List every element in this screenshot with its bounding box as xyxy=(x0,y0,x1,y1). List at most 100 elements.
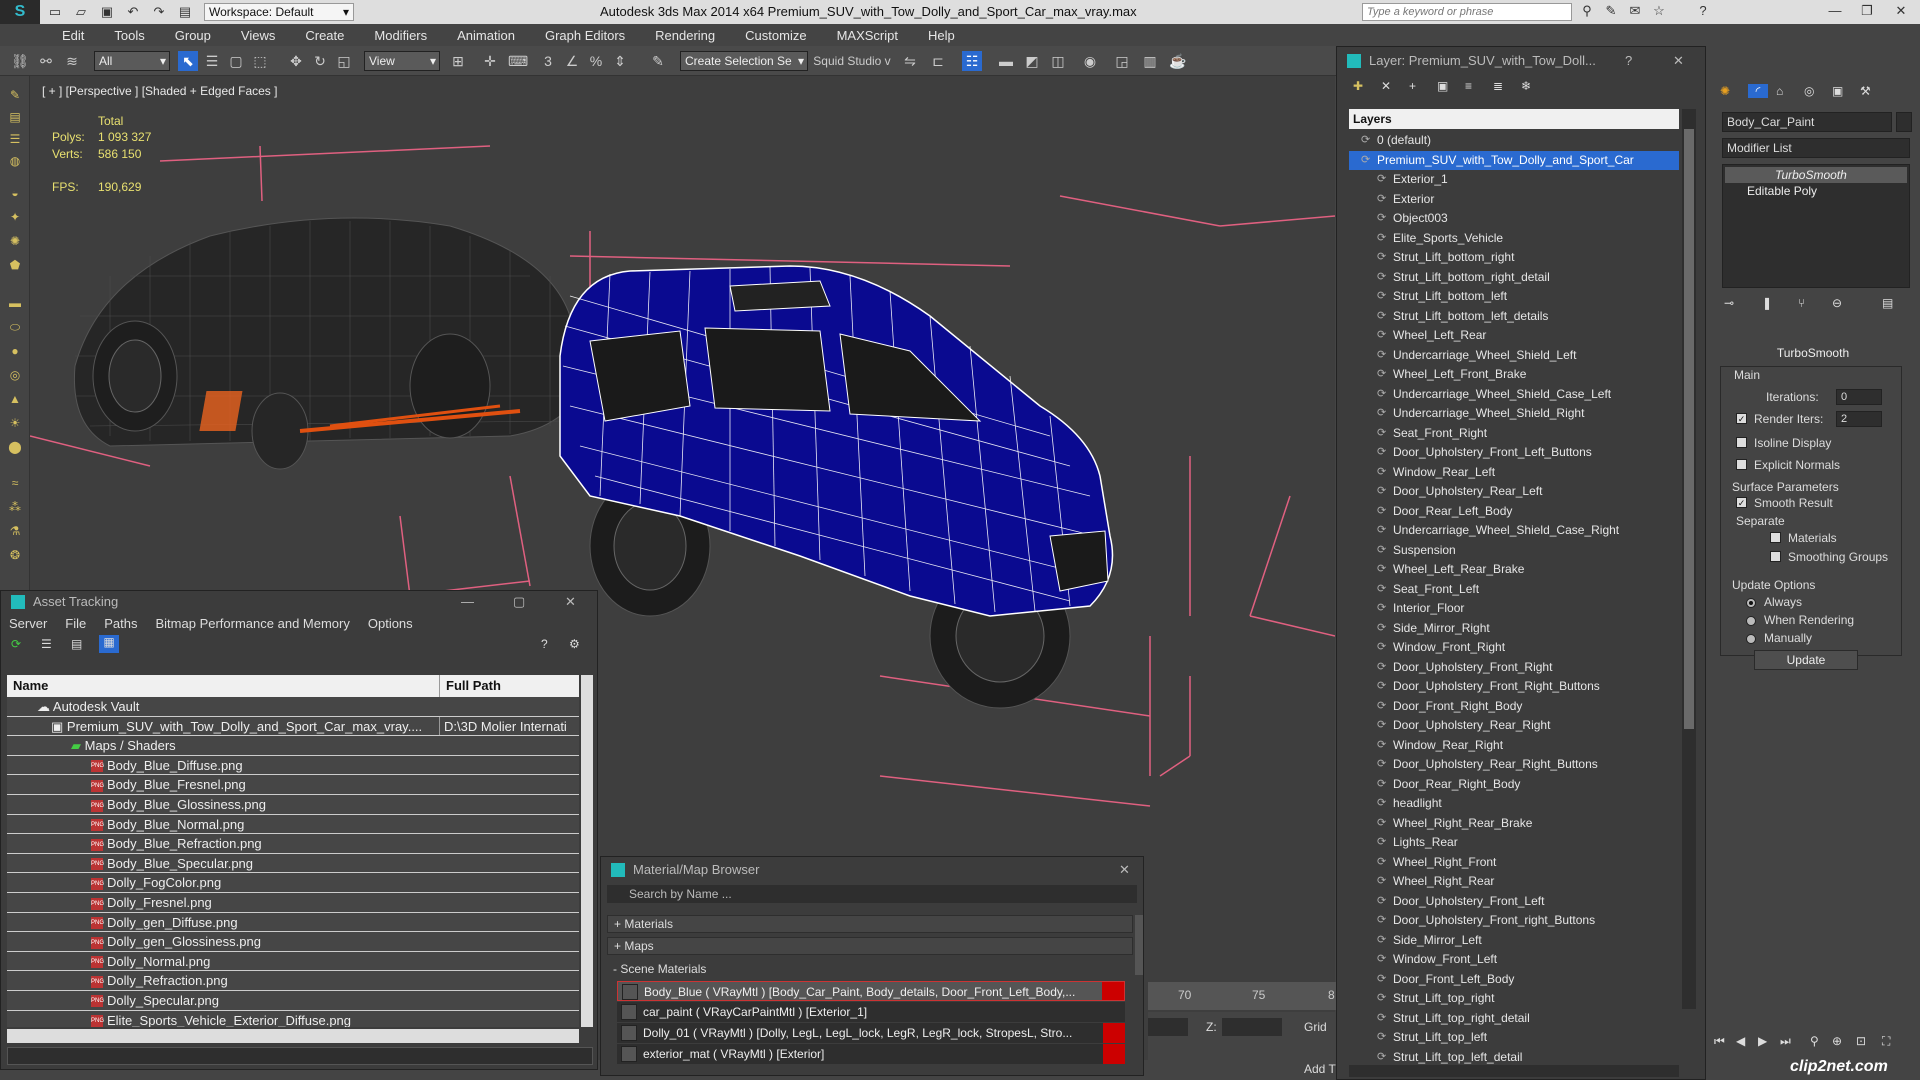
layer-default[interactable]: 0 (default) xyxy=(1349,131,1679,151)
layers-column-header[interactable]: Layers xyxy=(1349,109,1679,129)
layer-object-item[interactable]: Strut_Lift_bottom_left xyxy=(1349,287,1679,307)
layer-object-item[interactable]: Undercarriage_Wheel_Shield_Case_Right xyxy=(1349,521,1679,541)
shapes-icon[interactable]: ✦ xyxy=(7,210,23,226)
isoline-checkbox[interactable] xyxy=(1736,437,1747,448)
asset-help-icon[interactable]: ? xyxy=(541,637,548,651)
table-row[interactable]: PNG Body_Blue_Refraction.png xyxy=(7,834,579,854)
layer-object-item[interactable]: Wheel_Right_Rear_Brake xyxy=(1349,814,1679,834)
menu-maxscript[interactable]: MAXScript xyxy=(837,28,898,43)
layer-object-item[interactable]: Wheel_Right_Front xyxy=(1349,853,1679,873)
explicit-normals-checkbox[interactable] xyxy=(1736,459,1747,470)
menu-help[interactable]: Help xyxy=(928,28,955,43)
hide-layers-icon[interactable]: ≣ xyxy=(1493,79,1503,93)
curve-editor-icon[interactable]: ◩ xyxy=(1022,51,1042,71)
hierarchy-icon[interactable]: ☰ xyxy=(7,132,23,148)
table-row[interactable]: PNG Body_Blue_Diffuse.png xyxy=(7,755,579,776)
create-tab-icon[interactable]: ✺ xyxy=(1720,84,1730,98)
layer-horizontal-scrollbar[interactable] xyxy=(1349,1065,1679,1077)
table-row[interactable]: PNG Dolly_Specular.png xyxy=(7,990,579,1011)
menu-group[interactable]: Group xyxy=(175,28,211,43)
subscription-icon[interactable]: ✎ xyxy=(1602,3,1620,21)
delete-layer-icon[interactable]: ✕ xyxy=(1381,79,1391,93)
keyword-search-input[interactable]: Type a keyword or phrase xyxy=(1362,3,1572,21)
col-path-header[interactable]: Full Path xyxy=(439,675,501,697)
layer-scrollbar[interactable] xyxy=(1682,109,1696,1009)
redo-icon[interactable]: ↷ xyxy=(148,3,170,21)
table-row[interactable]: PNG Dolly_Normal.png xyxy=(7,951,579,972)
modify-tab-icon[interactable]: ◜ xyxy=(1748,84,1768,98)
sun-icon[interactable]: ☀ xyxy=(7,416,23,432)
detail-view-icon[interactable]: ▤ xyxy=(71,637,82,651)
viewport-label[interactable]: [ + ] [Perspective ] [Shaded + Edged Fac… xyxy=(42,84,277,98)
iterations-spinner[interactable]: 0 xyxy=(1836,389,1882,405)
pivot-center-icon[interactable]: ⊞ xyxy=(448,51,468,71)
material-item[interactable]: exterior_mat ( VRayMtl ) [Exterior] xyxy=(617,1044,1125,1064)
align-icon[interactable]: ⊏ xyxy=(928,51,948,71)
materials-checkbox[interactable] xyxy=(1770,532,1781,543)
utilities-tab-icon[interactable]: ⚒ xyxy=(1860,84,1871,98)
layer-object-item[interactable]: Wheel_Right_Rear xyxy=(1349,872,1679,892)
bind-space-warp-icon[interactable]: ≋ xyxy=(62,51,82,71)
mirror-icon[interactable]: ⇋ xyxy=(900,51,920,71)
select-by-name-icon[interactable]: ☰ xyxy=(202,51,222,71)
layer-object-item[interactable]: Door_Upholstery_Front_Left xyxy=(1349,892,1679,912)
layer-object-item[interactable]: Wheel_Left_Rear_Brake xyxy=(1349,560,1679,580)
layer-object-item[interactable]: Strut_Lift_top_right_detail xyxy=(1349,1009,1679,1029)
menu-edit[interactable]: Edit xyxy=(62,28,84,43)
layer-object-item[interactable]: Window_Front_Right xyxy=(1349,638,1679,658)
table-row[interactable]: PNG Dolly_Fresnel.png xyxy=(7,892,579,913)
turbosmooth-rollout-title[interactable]: TurboSmooth xyxy=(1720,346,1906,360)
layer-object-item[interactable]: headlight xyxy=(1349,794,1679,814)
layer-object-item[interactable]: Strut_Lift_bottom_right xyxy=(1349,248,1679,268)
lights-icon[interactable]: ✺ xyxy=(7,234,23,250)
reference-coordinate-dropdown[interactable]: View xyxy=(364,51,440,71)
edit-named-selection-icon[interactable]: ✎ xyxy=(648,51,668,71)
squid-studio-dropdown[interactable]: Squid Studio v xyxy=(812,51,892,71)
layer-object-item[interactable]: Wheel_Left_Front_Brake xyxy=(1349,365,1679,385)
table-row[interactable]: PNG Dolly_gen_Glossiness.png xyxy=(7,932,579,952)
open-file-icon[interactable]: ▱ xyxy=(70,3,92,21)
workspace-dropdown[interactable]: Workspace: Default xyxy=(204,3,354,21)
coord-y-field[interactable] xyxy=(1148,1018,1188,1036)
layer-object-item[interactable]: Window_Front_Left xyxy=(1349,950,1679,970)
favorites-star-icon[interactable]: ☆ xyxy=(1650,3,1668,21)
graphite-ribbon-icon[interactable]: ▬ xyxy=(996,51,1016,71)
layer-object-item[interactable]: Lights_Rear xyxy=(1349,833,1679,853)
layer-object-item[interactable]: Door_Rear_Right_Body xyxy=(1349,775,1679,795)
play-icon[interactable]: ▶ xyxy=(1758,1034,1767,1048)
layer-object-item[interactable]: Door_Front_Left_Body xyxy=(1349,970,1679,990)
asset-vertical-scrollbar[interactable] xyxy=(581,675,593,1027)
scale-icon[interactable]: ◱ xyxy=(334,51,354,71)
menu-graph-editors[interactable]: Graph Editors xyxy=(545,28,625,43)
menu-customize[interactable]: Customize xyxy=(745,28,806,43)
layer-object-item[interactable]: Seat_Front_Left xyxy=(1349,580,1679,600)
select-object-icon[interactable]: ⬉ xyxy=(178,51,198,71)
layer-object-item[interactable]: Door_Upholstery_Front_Right_Buttons xyxy=(1349,677,1679,697)
create-icon[interactable]: ✎ xyxy=(7,88,23,104)
layer-panel-titlebar[interactable]: Layer: Premium_SUV_with_Tow_Doll... ? ✕ xyxy=(1337,47,1705,75)
render-production-icon[interactable]: ☕ xyxy=(1168,51,1188,71)
col-name-header[interactable]: Name xyxy=(13,678,48,693)
asset-tracking-titlebar[interactable]: Asset Tracking — ▢ ✕ xyxy=(1,591,597,613)
geometry-icon[interactable]: ◒ xyxy=(7,186,23,202)
layer-object-item[interactable]: Strut_Lift_bottom_right_detail xyxy=(1349,268,1679,288)
sphere-icon[interactable]: ● xyxy=(7,344,23,360)
motion-tab-icon[interactable]: ◎ xyxy=(1804,84,1814,98)
smoothing-groups-checkbox[interactable] xyxy=(1770,551,1781,562)
layer-object-item[interactable]: Wheel_Left_Rear xyxy=(1349,326,1679,346)
menu-tools[interactable]: Tools xyxy=(114,28,144,43)
layer-premium-suv[interactable]: Premium_SUV_with_Tow_Dolly_and_Sport_Car xyxy=(1349,150,1679,170)
layer-object-item[interactable]: Side_Mirror_Right xyxy=(1349,619,1679,639)
close-window-icon[interactable]: ✕ xyxy=(1886,3,1916,19)
rendered-frame-icon[interactable]: ▥ xyxy=(1140,51,1160,71)
layer-object-item[interactable]: Door_Rear_Left_Body xyxy=(1349,502,1679,522)
make-unique-icon[interactable]: ⑂ xyxy=(1798,296,1805,310)
update-manually-radio[interactable] xyxy=(1746,634,1756,644)
modify-icon[interactable]: ▤ xyxy=(7,110,23,126)
move-icon[interactable]: ✥ xyxy=(286,51,306,71)
percent-snap-icon[interactable]: % xyxy=(586,51,606,71)
cone-icon[interactable]: ▲ xyxy=(7,392,23,408)
cameras-icon[interactable]: ⬟ xyxy=(7,258,23,274)
layer-object-item[interactable]: Window_Rear_Left xyxy=(1349,463,1679,483)
torus-icon[interactable]: ◎ xyxy=(7,368,23,384)
